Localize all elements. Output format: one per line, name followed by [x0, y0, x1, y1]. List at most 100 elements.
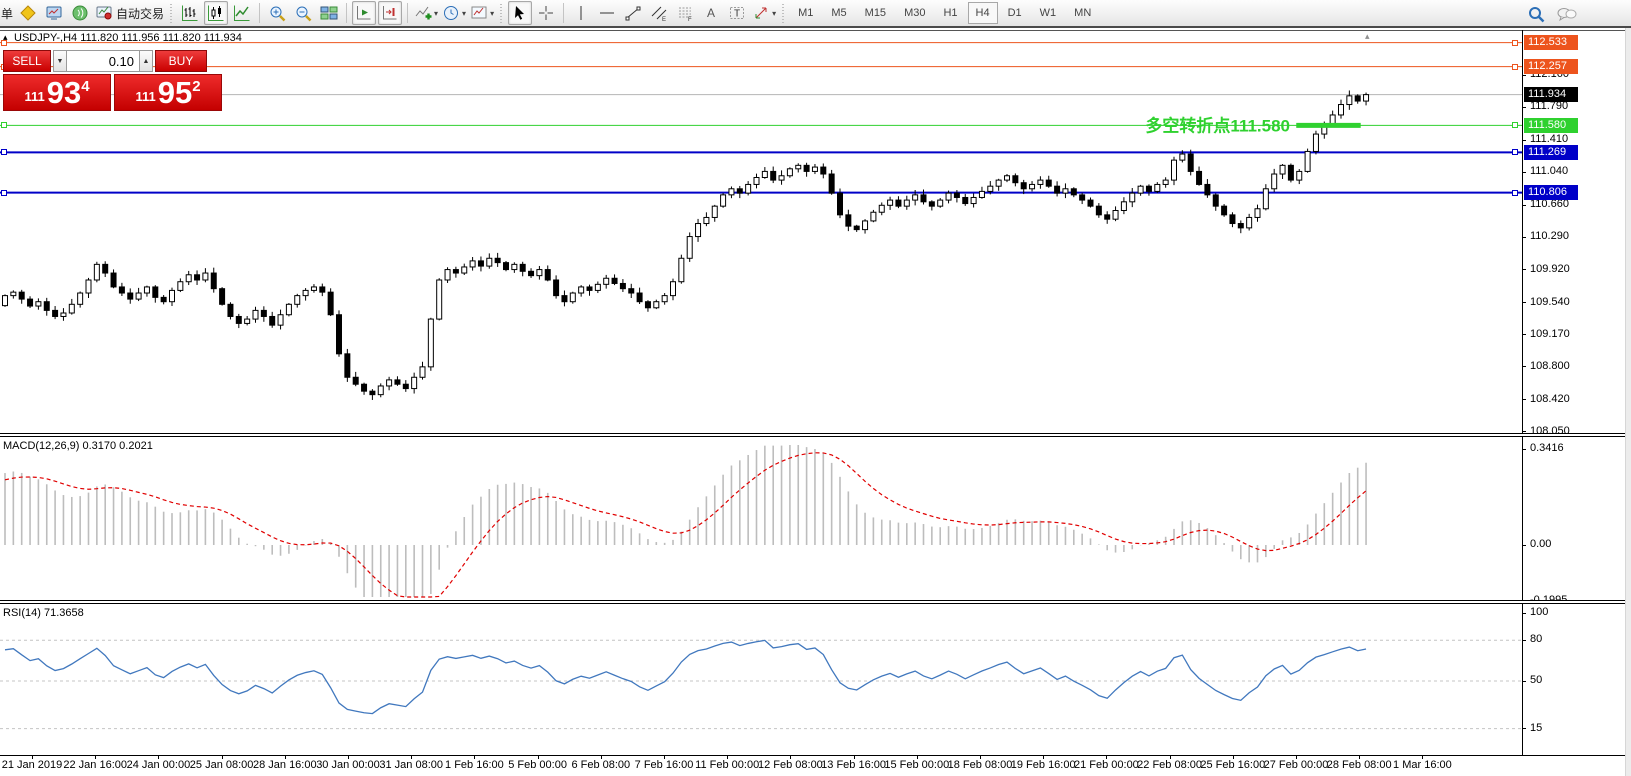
candlestick-button[interactable]: [204, 1, 229, 25]
candle-body: [319, 286, 326, 293]
market-watch-button[interactable]: [42, 1, 66, 25]
time-label: 25 Feb 16:00: [1200, 759, 1266, 771]
line-handle[interactable]: [1512, 189, 1518, 196]
chevron-down-icon[interactable]: ▾: [434, 9, 438, 18]
chevron-down-icon[interactable]: ▾: [462, 9, 466, 18]
line-handle[interactable]: [1, 189, 7, 196]
tile-windows-button[interactable]: [317, 1, 341, 25]
pane-separator[interactable]: [0, 433, 1631, 437]
price-tick: [1522, 171, 1526, 173]
time-label: 7 Feb 16:00: [634, 759, 694, 771]
line-handle[interactable]: [1512, 122, 1518, 129]
horizontal-line-button[interactable]: [595, 1, 619, 25]
candle-body: [1120, 201, 1127, 212]
cursor-button[interactable]: [508, 1, 533, 25]
line-handle[interactable]: [1512, 39, 1518, 46]
volume-up-button[interactable]: ▲: [139, 50, 153, 72]
line-handle[interactable]: [1, 122, 7, 129]
rsi-tick: [1522, 639, 1526, 641]
candle-body: [569, 292, 576, 303]
timeframe-m5[interactable]: M5: [823, 2, 854, 24]
sell-button[interactable]: SELL: [3, 50, 51, 72]
search-button[interactable]: [1524, 2, 1548, 26]
line-chart-button[interactable]: [230, 1, 254, 25]
timeframe-w1[interactable]: W1: [1032, 2, 1065, 24]
rsi-tick: [1522, 728, 1526, 730]
fibonacci-button[interactable]: F: [673, 1, 697, 25]
candle-body: [970, 196, 977, 205]
buy-button[interactable]: BUY: [155, 50, 207, 72]
buy-price-button[interactable]: 111 95 2: [114, 74, 222, 111]
timeframe-h1[interactable]: H1: [935, 2, 965, 24]
crosshair-button[interactable]: [534, 1, 558, 25]
chevron-down-icon[interactable]: ▾: [490, 9, 494, 18]
clock-icon: [442, 4, 460, 22]
zoom-in-button[interactable]: [265, 1, 289, 25]
templates-button[interactable]: ▾: [469, 1, 495, 25]
line-handle[interactable]: [1, 149, 7, 156]
candle-body: [260, 309, 267, 317]
text-button[interactable]: A: [699, 1, 723, 25]
data-window-button[interactable]: [16, 1, 40, 25]
buy-price-pip: 2: [192, 78, 201, 95]
indicators-button[interactable]: ▾: [413, 1, 439, 25]
rsi-pane: [0, 639, 1522, 730]
trendline-button[interactable]: [621, 1, 645, 25]
window-edge-strip: [1625, 28, 1631, 776]
rsi-tick-label: 80: [1530, 633, 1543, 646]
candle-body: [411, 376, 418, 390]
auto-scroll-button[interactable]: [352, 1, 377, 25]
timeframe-m30[interactable]: M30: [896, 2, 933, 24]
bar-chart-button[interactable]: [178, 1, 202, 25]
time-label: 15 Feb 00:00: [884, 759, 950, 771]
text-label-button[interactable]: T: [725, 1, 749, 25]
add-indicator-icon: [414, 4, 432, 22]
panel-collapse-icon[interactable]: ▴: [3, 32, 8, 43]
timeframe-m15[interactable]: M15: [857, 2, 894, 24]
signals-button[interactable]: [68, 1, 92, 25]
candle-body: [661, 295, 668, 303]
candle-body: [1271, 173, 1278, 190]
candle-body: [344, 353, 351, 378]
candle-body: [277, 314, 284, 326]
new-order-button[interactable]: 单: [0, 5, 15, 22]
candle-body: [1246, 216, 1253, 229]
autotrading-button[interactable]: 自动交易: [94, 1, 165, 25]
scroll-to-end-icon[interactable]: ▴: [1365, 31, 1370, 42]
candle-body: [686, 236, 693, 259]
buy-price-prefix: 111: [135, 89, 156, 104]
candle-body: [1212, 194, 1219, 207]
timeframe-mn[interactable]: MN: [1066, 2, 1099, 24]
candle-body: [1037, 179, 1044, 185]
equidistant-channel-button[interactable]: E: [647, 1, 671, 25]
candle-body: [978, 190, 985, 198]
timeframe-d1[interactable]: D1: [1000, 2, 1030, 24]
candle-body: [603, 277, 610, 285]
timeframe-h4[interactable]: H4: [967, 2, 998, 24]
time-label: 11 Feb 00:00: [695, 759, 760, 771]
price-tick: [1522, 236, 1526, 238]
zoom-out-button[interactable]: [291, 1, 315, 25]
chart-window: 多空转折点111.580 ▴ USDJPY-,H4 111.820 111.95…: [0, 28, 1631, 776]
periods-button[interactable]: ▾: [441, 1, 467, 25]
arrows-button[interactable]: ▾: [751, 1, 777, 25]
time-label: 22 Feb 08:00: [1137, 759, 1203, 771]
time-label: 19 Feb 16:00: [1010, 759, 1076, 771]
timeframe-m1[interactable]: M1: [790, 2, 821, 24]
sell-price-button[interactable]: 111 93 4: [3, 74, 111, 111]
line-handle[interactable]: [1512, 149, 1518, 156]
line-handle[interactable]: [1512, 63, 1518, 70]
volume-input[interactable]: [67, 50, 139, 72]
candle-body: [185, 274, 192, 283]
chat-button[interactable]: [1555, 2, 1579, 26]
chart-shift-button[interactable]: [378, 1, 403, 25]
candle-body: [895, 199, 902, 207]
vertical-line-button[interactable]: [569, 1, 593, 25]
pane-separator[interactable]: [0, 600, 1631, 604]
candle-body: [294, 295, 301, 305]
chevron-down-icon[interactable]: ▾: [772, 9, 776, 18]
price-tick-label: 108.800: [1530, 359, 1570, 372]
candle-body: [1312, 133, 1319, 152]
volume-down-button[interactable]: ▼: [53, 50, 67, 72]
candle-body: [736, 188, 743, 194]
